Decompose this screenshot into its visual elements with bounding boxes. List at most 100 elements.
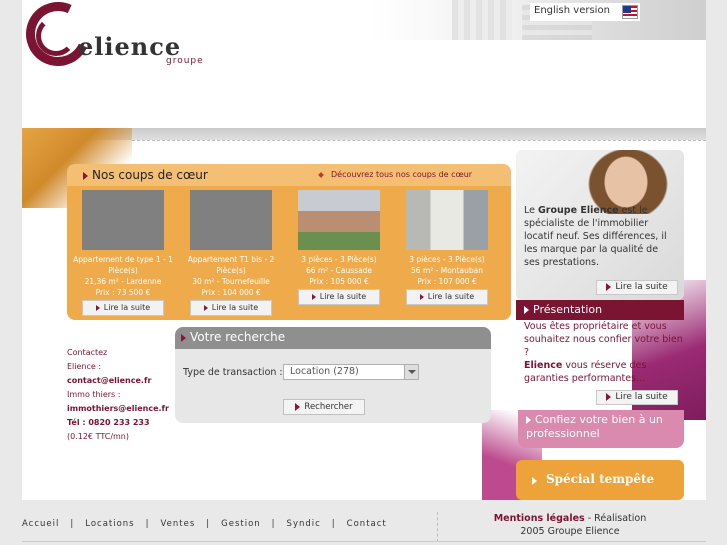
presentation-read-more-button[interactable]: Lire la suite <box>596 390 678 405</box>
intro-read-more-button[interactable]: Lire la suite <box>596 280 678 295</box>
property-type: Appartement T1 bis - 2 Pièce(s) <box>187 255 275 275</box>
property-card: Appartement T1 bis - 2 Pièce(s) 30 m² - … <box>179 190 283 316</box>
footer-link-gestion[interactable]: Gestion <box>221 519 261 529</box>
bullet-arrow-icon <box>606 392 612 401</box>
bullet-arrow-icon <box>83 171 88 180</box>
intro-read-more-label[interactable]: Lire la suite <box>615 282 667 292</box>
favourites-title-text: Nos coups de cœur <box>92 168 208 182</box>
property-card: 3 pièces - 3 Pièce(s) 56 m² - Montauban … <box>395 190 499 305</box>
bullet-arrow-icon <box>181 333 186 342</box>
footer-separator: | <box>145 519 150 529</box>
read-more-button[interactable]: Lire la suite <box>82 300 164 316</box>
favourites-panel: Nos coups de cœur Découvrez tous nos cou… <box>67 164 511 320</box>
credits-text: - Réalisation <box>584 513 647 524</box>
entrust-property-text[interactable]: Confiez votre bien à un professionnel <box>526 413 663 440</box>
copyright-text: 2005 Groupe Elience <box>520 526 620 537</box>
read-more-button[interactable]: Lire la suite <box>298 289 380 305</box>
property-type: Appartement de type 1 - 1 Pièce(s) <box>73 255 173 275</box>
property-card: 3 pièces - 3 Pièce(s) 66 m² - Caussade P… <box>287 190 391 305</box>
property-thumbnail[interactable] <box>190 190 272 250</box>
presentation-read-more-label[interactable]: Lire la suite <box>615 392 667 402</box>
immo-label: Immo thiers : <box>67 390 121 399</box>
property-price: Prix : 107 000 € <box>417 277 477 286</box>
phone-text: Tél : 0820 233 233 <box>67 418 150 427</box>
phone-rate: (0.12€ TTC/mn) <box>67 432 129 441</box>
immo-email[interactable]: immothiers@elience.fr <box>67 404 169 413</box>
footer-link-syndic[interactable]: Syndic <box>287 519 321 529</box>
intro-text-bold: Groupe Elience <box>538 205 619 216</box>
property-price: Prix : 105 000 € <box>309 277 369 286</box>
building-image <box>452 0 512 40</box>
read-more-label[interactable]: Lire la suite <box>428 292 474 301</box>
transaction-type-select[interactable]: Location (278) <box>283 364 419 380</box>
favourites-title: Nos coups de cœur <box>83 168 208 182</box>
diamond-bullet-icon <box>318 171 324 178</box>
chevron-down-icon[interactable] <box>404 365 418 379</box>
read-more-label[interactable]: Lire la suite <box>104 303 150 312</box>
bullet-arrow-icon <box>95 304 100 311</box>
footer-nav: Accueil | Locations | Ventes | Gestion | Syndic |… <box>22 519 442 529</box>
bullet-arrow-icon <box>203 304 208 311</box>
read-more-button[interactable]: Lire la suite <box>406 289 488 305</box>
presentation-text-bold: Elience <box>524 360 563 371</box>
footer-bottom-line <box>22 541 706 542</box>
phone-number: Tél : 0820 233 233 <box>67 416 187 430</box>
read-more-label[interactable]: Lire la suite <box>212 303 258 312</box>
intro-text: Le Groupe Elience est le spécialiste de … <box>524 204 676 269</box>
header: English version elience groupe <box>22 0 706 128</box>
intro-panel: Le Groupe Elience est le spécialiste de … <box>516 150 684 300</box>
search-header: Votre recherche <box>175 327 491 349</box>
read-more-label[interactable]: Lire la suite <box>320 292 366 301</box>
play-arrow-icon <box>532 477 537 485</box>
us-flag-icon[interactable] <box>622 5 638 19</box>
transaction-type-label: Type de transaction : <box>183 367 283 378</box>
bullet-arrow-icon <box>606 282 612 291</box>
see-all-favourites-text[interactable]: Découvrez tous nos coups de cœur <box>331 170 472 179</box>
language-link[interactable]: English version <box>534 5 610 16</box>
bullet-arrow-icon <box>311 293 316 300</box>
entrust-property-link[interactable]: Confiez votre bien à un professionnel <box>518 410 684 448</box>
search-title: Votre recherche <box>190 330 286 344</box>
property-price: Prix : 104 000 € <box>201 288 261 297</box>
storm-special-button[interactable]: Spécial tempête <box>516 460 684 500</box>
search-button-label[interactable]: Rechercher <box>304 402 352 412</box>
immo-email-link[interactable]: immothiers@elience.fr <box>67 402 187 416</box>
presentation-text: Vous êtes propriétaire et vous souhaitez… <box>524 320 686 385</box>
property-type: 3 pièces - 3 Pièce(s) <box>301 255 377 264</box>
property-price: Prix : 73 500 € <box>95 288 151 297</box>
footer-link-ventes[interactable]: Ventes <box>161 519 196 529</box>
logo[interactable]: elience groupe <box>22 0 226 76</box>
storm-special-label[interactable]: Spécial tempête <box>546 472 654 486</box>
search-button[interactable]: Rechercher <box>283 399 365 415</box>
property-photo[interactable] <box>298 190 380 250</box>
see-all-favourites-link[interactable]: Découvrez tous nos coups de cœur <box>318 170 472 179</box>
read-more-button[interactable]: Lire la suite <box>190 300 272 316</box>
elience-email[interactable]: contact@elience.fr <box>67 376 151 385</box>
logo-mark-icon <box>36 16 76 56</box>
footer-legal: Mentions légales - Réalisation 2005 Grou… <box>470 512 670 538</box>
property-area-location: 30 m² - Tournefeuille <box>192 277 270 286</box>
footer-separator: | <box>331 519 336 529</box>
elience-email-link[interactable]: contact@elience.fr <box>67 374 187 388</box>
page: English version elience groupe Nos coups… <box>22 0 706 500</box>
footer-separator: | <box>70 519 75 529</box>
presentation-title[interactable]: Présentation <box>533 303 602 316</box>
footer-link-contact[interactable]: Contact <box>347 519 387 529</box>
presentation-header[interactable]: Présentation <box>516 300 684 320</box>
intro-text-prefix: Le <box>524 205 538 216</box>
property-card: Appartement de type 1 - 1 Pièce(s) 21,36… <box>71 190 175 316</box>
footer-link-accueil[interactable]: Accueil <box>22 519 59 529</box>
property-photo[interactable] <box>406 190 488 250</box>
divider-line <box>132 140 706 141</box>
language-switch[interactable]: English version <box>530 3 640 21</box>
logo-subtitle: groupe <box>166 56 204 66</box>
bullet-arrow-icon <box>524 306 529 314</box>
property-thumbnail[interactable] <box>82 190 164 250</box>
property-area-location: 56 m² - Montauban <box>411 266 483 275</box>
bullet-arrow-icon <box>295 402 301 411</box>
footer-separator: | <box>271 519 276 529</box>
bullet-arrow-icon <box>419 293 424 300</box>
footer-link-locations[interactable]: Locations <box>85 519 134 529</box>
legal-notice-link[interactable]: Mentions légales <box>494 513 585 524</box>
transaction-type-value[interactable]: Location (278) <box>290 366 359 377</box>
